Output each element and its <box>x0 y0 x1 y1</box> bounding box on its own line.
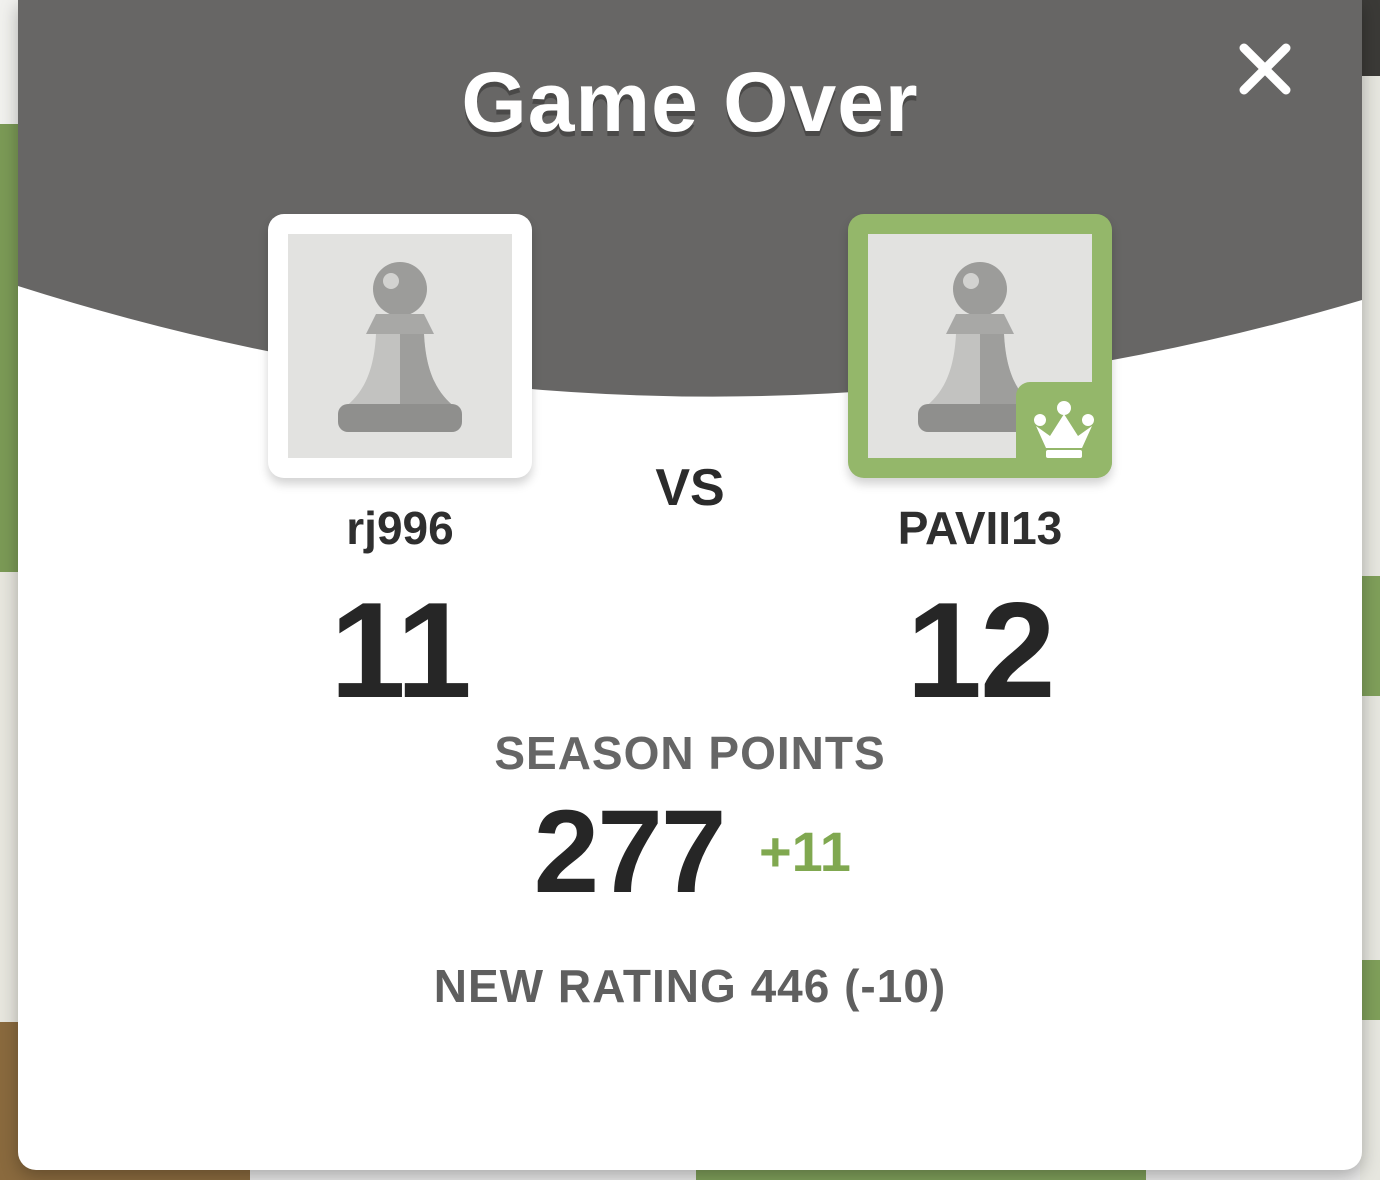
player-score-left: 11 <box>330 574 472 726</box>
vs-label: VS <box>655 459 725 517</box>
close-icon <box>1239 43 1291 95</box>
winner-badge <box>1016 382 1112 478</box>
modal-title: Game Over <box>461 55 919 149</box>
new-rating-text: NEW RATING 446 (-10) <box>433 960 947 1012</box>
season-points-label: SEASON POINTS <box>494 727 886 779</box>
game-over-modal: Game Over VS rj996 PAVII13 11 12 SEASON … <box>18 0 1362 1170</box>
season-points-value: 277 <box>533 786 727 918</box>
player-name-left[interactable]: rj996 <box>200 500 600 556</box>
board-square <box>1360 0 1380 76</box>
crown-icon <box>1034 401 1094 458</box>
season-points-row: 277 +11 <box>18 790 1362 914</box>
player-name-right[interactable]: PAVII13 <box>780 500 1180 556</box>
player-avatar-left[interactable] <box>268 214 532 478</box>
board-square <box>1360 960 1380 1020</box>
pawn-icon <box>338 262 462 432</box>
player-score-right: 12 <box>906 574 1055 726</box>
board-square <box>1360 576 1380 696</box>
close-button[interactable] <box>1234 38 1296 100</box>
season-points-delta: +11 <box>758 820 851 883</box>
avatar <box>288 234 512 458</box>
